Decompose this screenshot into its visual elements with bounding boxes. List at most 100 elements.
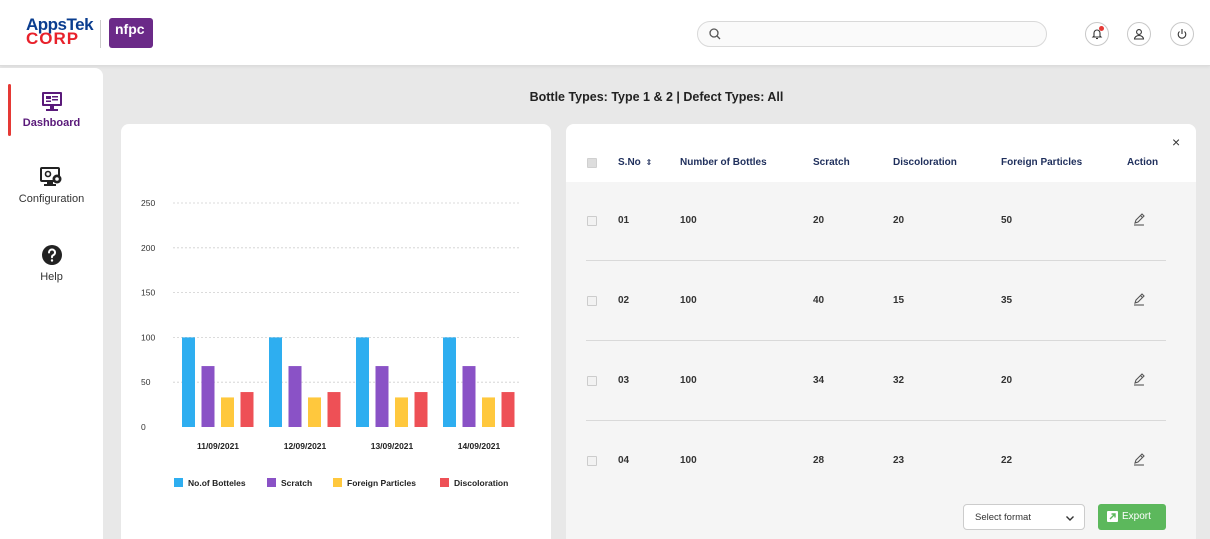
cell-discoloration: 32 bbox=[893, 375, 905, 386]
chevron-down-icon bbox=[1066, 516, 1074, 521]
row-checkbox[interactable] bbox=[587, 456, 597, 466]
cell-foreign: 22 bbox=[1001, 455, 1013, 466]
bar-discoloration bbox=[414, 392, 428, 427]
bar-discoloration bbox=[240, 392, 254, 427]
legend-swatch bbox=[174, 478, 183, 487]
y-tick-label: 50 bbox=[141, 377, 151, 387]
cell-bottles: 100 bbox=[680, 295, 697, 306]
edit-icon[interactable] bbox=[1132, 292, 1146, 306]
bar-foreign-particles bbox=[221, 397, 234, 427]
profile-button[interactable] bbox=[1127, 22, 1151, 46]
cell-bottles: 100 bbox=[680, 375, 697, 386]
legend-label: No.of Botteles bbox=[188, 478, 246, 488]
row-checkbox[interactable] bbox=[587, 376, 597, 386]
cell-sno: 03 bbox=[618, 375, 630, 386]
logo-line-2: CORP bbox=[26, 29, 80, 48]
cell-sno: 01 bbox=[618, 215, 630, 226]
notification-dot bbox=[1099, 26, 1104, 31]
bar-scratch bbox=[201, 366, 215, 427]
search-input[interactable] bbox=[726, 25, 1026, 43]
sidebar-item-help[interactable]: Help bbox=[0, 244, 103, 283]
bar-foreign-particles bbox=[395, 397, 408, 427]
sidebar-item-dashboard[interactable]: Dashboard bbox=[0, 90, 103, 129]
bar-no-of-botteles bbox=[443, 337, 456, 427]
select-format-dropdown[interactable]: Select format bbox=[963, 504, 1085, 530]
row-checkbox[interactable] bbox=[587, 216, 597, 226]
column-header-label: S.No bbox=[618, 157, 641, 168]
table-row: 02 100 40 15 35 bbox=[566, 263, 1196, 343]
column-header-bottles: Number of Bottles bbox=[680, 157, 767, 168]
cell-scratch: 28 bbox=[813, 455, 825, 466]
select-all-checkbox[interactable] bbox=[587, 158, 597, 168]
cell-bottles: 100 bbox=[680, 215, 697, 226]
legend-label: Scratch bbox=[281, 478, 312, 488]
cell-discoloration: 15 bbox=[893, 295, 905, 306]
appstek-logo[interactable]: AppsTek CORP bbox=[26, 16, 94, 48]
x-tick-label: 13/09/2021 bbox=[371, 441, 414, 451]
row-divider bbox=[586, 340, 1166, 341]
search-bar[interactable] bbox=[697, 21, 1047, 47]
table-header: S.No ⇕ Number of Bottles Scratch Discolo… bbox=[566, 124, 1196, 182]
logo-divider bbox=[100, 20, 101, 48]
sidebar: Dashboard Configuration Help bbox=[0, 68, 103, 539]
chart-panel: 0 50 100 150 200 250 11/09/2021 12/09/2021 13/09… bbox=[121, 124, 551, 539]
edit-icon[interactable] bbox=[1132, 212, 1146, 226]
cell-bottles: 100 bbox=[680, 455, 697, 466]
legend-swatch bbox=[440, 478, 449, 487]
x-tick-label: 12/09/2021 bbox=[284, 441, 327, 451]
y-tick-label: 250 bbox=[141, 198, 155, 208]
table-row: 03 100 34 32 20 bbox=[566, 343, 1196, 423]
bar-discoloration bbox=[327, 392, 341, 427]
edit-icon[interactable] bbox=[1132, 372, 1146, 386]
legend-swatch bbox=[267, 478, 276, 487]
cell-scratch: 20 bbox=[813, 215, 825, 226]
table-panel: S.No ⇕ Number of Bottles Scratch Discolo… bbox=[566, 124, 1196, 539]
search-icon bbox=[709, 28, 721, 40]
legend-label: Foreign Particles bbox=[347, 478, 416, 488]
table-row: 04 100 28 23 22 bbox=[566, 423, 1196, 503]
bar-foreign-particles bbox=[308, 397, 321, 427]
bar-no-of-botteles bbox=[269, 337, 282, 427]
close-icon[interactable]: × bbox=[1172, 134, 1180, 150]
row-checkbox[interactable] bbox=[587, 296, 597, 306]
cell-foreign: 50 bbox=[1001, 215, 1013, 226]
bar-no-of-botteles bbox=[182, 337, 195, 427]
sidebar-item-configuration[interactable]: Configuration bbox=[0, 166, 103, 205]
logout-button[interactable] bbox=[1170, 22, 1194, 46]
bar-discoloration bbox=[501, 392, 515, 427]
bar-foreign-particles bbox=[482, 397, 495, 427]
cell-discoloration: 23 bbox=[893, 455, 905, 466]
table-row: 01 100 20 20 50 bbox=[566, 183, 1196, 263]
config-monitor-icon bbox=[39, 167, 61, 186]
bar-scratch bbox=[375, 366, 389, 427]
power-icon bbox=[1177, 29, 1187, 39]
notification-button[interactable] bbox=[1085, 22, 1109, 46]
x-tick-label: 14/09/2021 bbox=[458, 441, 501, 451]
cell-scratch: 34 bbox=[813, 375, 825, 386]
user-icon bbox=[1133, 29, 1145, 40]
column-header-action: Action bbox=[1127, 157, 1159, 168]
column-header-sno[interactable]: S.No ⇕ bbox=[618, 157, 652, 168]
cell-scratch: 40 bbox=[813, 295, 825, 306]
bar-scratch bbox=[462, 366, 476, 427]
sidebar-item-label: Configuration bbox=[18, 193, 85, 205]
sidebar-item-label: Dashboard bbox=[22, 117, 81, 129]
row-divider bbox=[586, 420, 1166, 421]
bar-no-of-botteles bbox=[356, 337, 369, 427]
column-header-discoloration: Discoloration bbox=[893, 157, 957, 168]
edit-icon[interactable] bbox=[1132, 452, 1146, 466]
export-label: Export bbox=[1122, 511, 1151, 522]
bar-scratch bbox=[288, 366, 302, 427]
column-header-foreign: Foreign Particles bbox=[1001, 157, 1083, 168]
cell-sno: 04 bbox=[618, 455, 630, 466]
row-divider bbox=[586, 260, 1166, 261]
y-tick-label: 150 bbox=[141, 288, 155, 298]
cell-foreign: 20 bbox=[1001, 375, 1013, 386]
page-title: Bottle Types: Type 1 & 2 | Defect Types:… bbox=[529, 90, 784, 104]
column-header-scratch: Scratch bbox=[813, 157, 850, 168]
cell-sno: 02 bbox=[618, 295, 630, 306]
nfpc-logo: nfpc bbox=[109, 18, 153, 48]
export-button[interactable]: Export bbox=[1098, 504, 1166, 530]
legend-label: Discoloration bbox=[454, 478, 508, 488]
sort-icon[interactable]: ⇕ bbox=[646, 158, 653, 167]
